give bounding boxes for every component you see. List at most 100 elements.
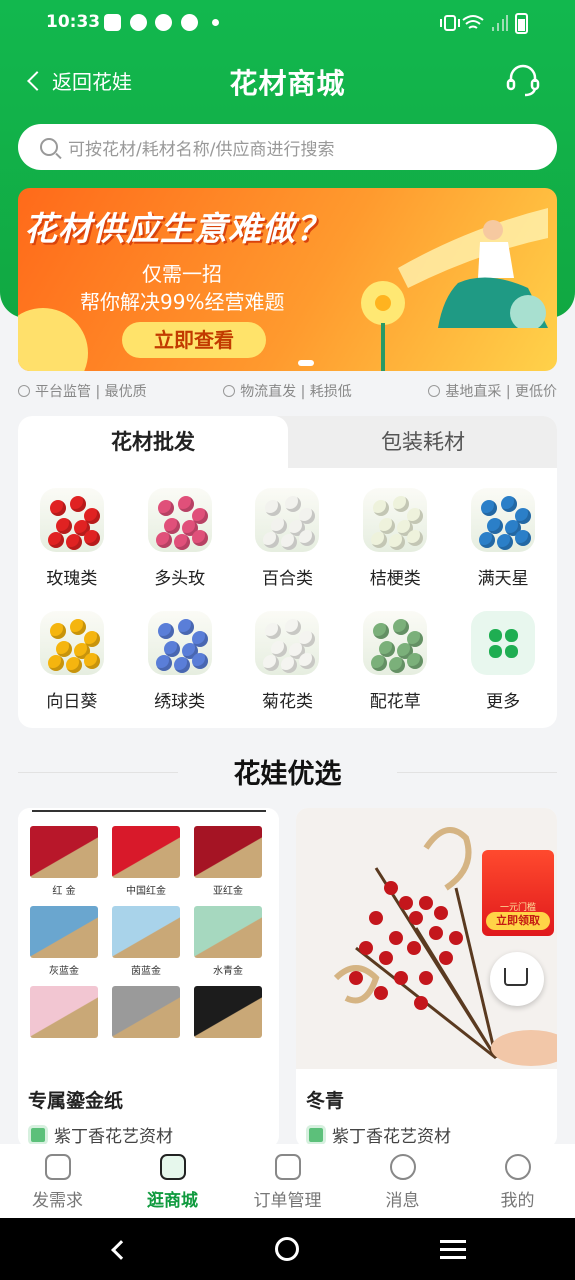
category-item[interactable]: 向日葵 xyxy=(18,611,126,712)
category-label: 绣球类 xyxy=(154,692,206,712)
tab-shop[interactable]: 逛商城 xyxy=(115,1144,230,1218)
color-swatch xyxy=(194,906,262,958)
signal-icon xyxy=(492,15,508,31)
swatch-label: 茵蓝金 xyxy=(131,966,161,977)
category-image xyxy=(147,488,212,552)
divider xyxy=(32,808,266,812)
tab-orders[interactable]: 订单管理 xyxy=(230,1144,345,1218)
system-menu-icon[interactable] xyxy=(440,1240,466,1264)
tab-messages[interactable]: 消息 xyxy=(345,1144,460,1218)
category-tabs: 花材批发 包装耗材 xyxy=(18,416,557,468)
color-swatch xyxy=(194,826,262,878)
status-bar: 10:33 xyxy=(0,0,575,46)
banner-cta-button[interactable]: 立即查看 xyxy=(122,322,266,358)
category-image xyxy=(363,488,428,552)
wifi-icon xyxy=(462,15,484,29)
product-name: 冬青 xyxy=(306,1090,345,1112)
search-icon xyxy=(40,138,58,156)
category-item[interactable]: 玫瑰类 xyxy=(18,488,126,589)
feature-item: 平台监管 | 最优质 xyxy=(18,381,147,401)
color-swatch xyxy=(112,826,180,878)
category-item[interactable]: 更多 xyxy=(449,611,557,712)
coupon-claim-button[interactable]: 立即领取 xyxy=(486,912,550,930)
vibrate-icon xyxy=(440,15,460,31)
app-notification-icon xyxy=(130,14,147,31)
shield-icon xyxy=(18,385,30,397)
system-back-icon[interactable] xyxy=(111,1240,131,1260)
warehouse-icon xyxy=(428,385,441,397)
feature-text: 平台监管 | 最优质 xyxy=(35,384,147,400)
truck-icon xyxy=(223,385,236,397)
coupon-red-envelope[interactable]: 一元门槛 立即领取 xyxy=(482,850,554,936)
product-name: 专属鎏金纸 xyxy=(28,1090,124,1112)
category-image xyxy=(147,611,212,675)
category-label: 配花草 xyxy=(369,692,421,712)
color-swatch xyxy=(194,986,262,1038)
banner-line-2: 帮你解决99%经营难题 xyxy=(80,290,285,314)
tab-label: 逛商城 xyxy=(147,1191,198,1211)
clipboard-icon xyxy=(274,1154,301,1180)
battery-icon xyxy=(515,13,528,34)
category-image xyxy=(255,488,320,552)
category-item[interactable]: 百合类 xyxy=(234,488,342,589)
tab-label: 发需求 xyxy=(32,1191,83,1211)
store-icon xyxy=(159,1154,186,1180)
swatch-label: 红 金 xyxy=(52,886,76,897)
category-image xyxy=(39,488,104,552)
color-swatch xyxy=(30,826,98,878)
tab-profile[interactable]: 我的 xyxy=(460,1144,575,1218)
tab-packaging-supplies[interactable]: 包装耗材 xyxy=(288,416,557,468)
bottom-tab-bar: 发需求 逛商城 订单管理 消息 我的 xyxy=(0,1144,575,1218)
feature-item: 基地直采 | 更低价 xyxy=(428,381,557,401)
category-label: 满天星 xyxy=(477,569,529,589)
tab-flower-wholesale[interactable]: 花材批发 xyxy=(18,416,288,468)
swatch-label: 中国红金 xyxy=(126,886,166,897)
more-notifications-dot xyxy=(212,19,219,26)
tab-label: 我的 xyxy=(500,1191,535,1211)
category-item[interactable]: 满天星 xyxy=(449,488,557,589)
tab-label: 消息 xyxy=(385,1191,420,1211)
color-swatch xyxy=(112,986,180,1038)
category-label: 向日葵 xyxy=(46,692,98,712)
app-notification-icon xyxy=(155,14,172,31)
category-image xyxy=(39,611,104,675)
status-time: 10:33 xyxy=(46,12,101,32)
swatch-label: 亚红金 xyxy=(213,886,243,897)
color-swatch xyxy=(30,986,98,1038)
product-image: 一元门槛 立即领取 xyxy=(296,808,557,1069)
banner-line-1: 仅需一招 xyxy=(142,262,222,286)
message-icon xyxy=(389,1154,416,1180)
add-to-cart-button[interactable] xyxy=(490,952,544,1006)
system-navigation-bar xyxy=(0,1218,575,1280)
banner-flower-decoration xyxy=(361,281,405,371)
pen-icon xyxy=(44,1154,71,1180)
search-placeholder: 可按花材/耗材名称/供应商进行搜索 xyxy=(68,139,335,160)
product-card[interactable]: 一元门槛 立即领取 冬青 紫丁香花艺资材 xyxy=(296,808,557,1148)
customer-service-icon[interactable] xyxy=(505,64,541,98)
product-card[interactable]: 红 金中国红金 亚红金 灰蓝金 茵蓝金 水青金 专属鎏金纸 紫丁香花艺资材 xyxy=(18,808,279,1148)
tab-post-request[interactable]: 发需求 xyxy=(0,1144,115,1218)
search-input[interactable]: 可按花材/耗材名称/供应商进行搜索 xyxy=(18,124,557,170)
system-home-icon[interactable] xyxy=(275,1237,299,1261)
category-item[interactable]: 菊花类 xyxy=(234,611,342,712)
shop-icon xyxy=(306,1124,326,1145)
promo-banner[interactable]: 花材供应生意难做？ 仅需一招 帮你解决99%经营难题 立即查看 xyxy=(18,188,557,371)
holly-branch-image xyxy=(333,827,557,1066)
more-icon xyxy=(471,611,536,675)
carousel-indicator xyxy=(298,360,314,366)
category-grid: 玫瑰类 多头玫 百合类 桔梗类 满天星向日葵 绣球类 菊花类 配花草 更多 xyxy=(18,488,557,712)
banner-headline: 花材供应生意难做？ xyxy=(24,209,330,248)
category-item[interactable]: 桔梗类 xyxy=(341,488,449,589)
category-label: 多头玫 xyxy=(154,569,206,589)
cart-icon xyxy=(504,968,528,986)
swatch-label: 灰蓝金 xyxy=(49,966,79,977)
category-item[interactable]: 多头玫 xyxy=(126,488,234,589)
category-label: 百合类 xyxy=(261,569,313,589)
swatch-label: 水青金 xyxy=(213,966,243,977)
category-item[interactable]: 配花草 xyxy=(341,611,449,712)
feature-text: 物流直发 | 耗损低 xyxy=(240,384,352,400)
category-card: 花材批发 包装耗材 玫瑰类 多头玫 百合类 桔梗类 满天星向日葵 绣球类 菊花类 配花草 更多 xyxy=(18,416,557,728)
app-notification-icon xyxy=(181,14,198,31)
feature-text: 基地直采 | 更低价 xyxy=(445,384,557,400)
category-item[interactable]: 绣球类 xyxy=(126,611,234,712)
